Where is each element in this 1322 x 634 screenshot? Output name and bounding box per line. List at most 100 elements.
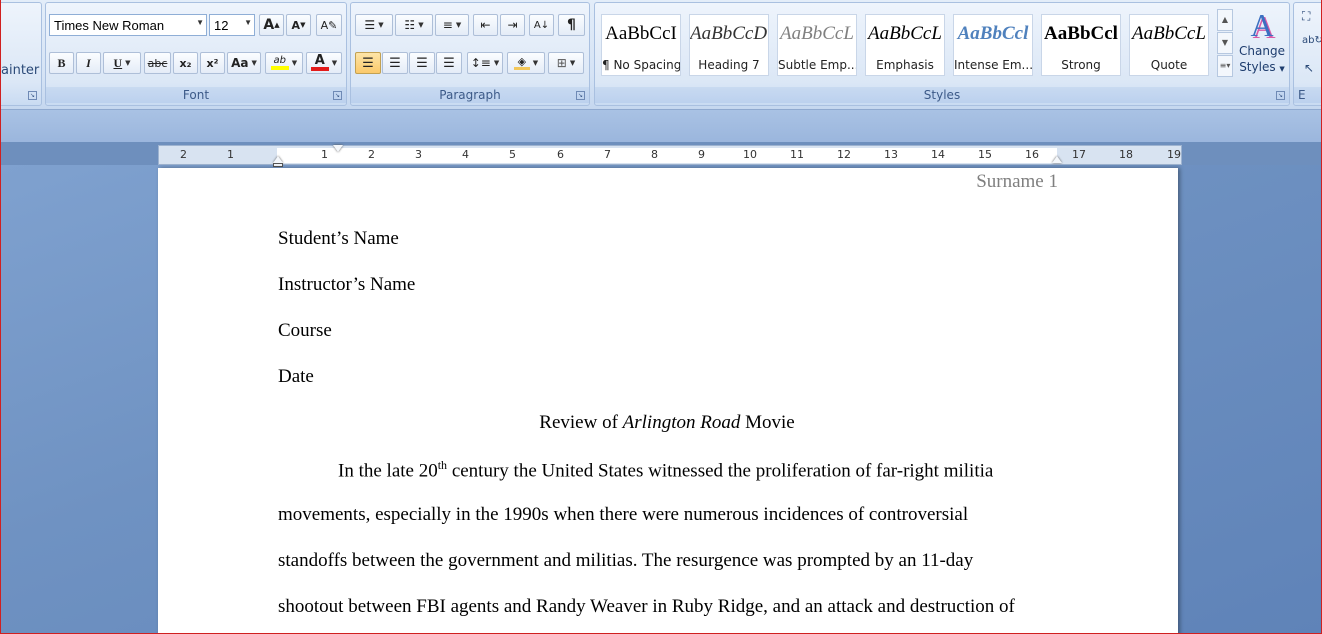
- window-border-left: [0, 0, 1, 634]
- left-indent-marker[interactable]: [273, 163, 283, 167]
- date-line[interactable]: Date: [278, 366, 314, 388]
- superscript-button[interactable]: x²: [200, 52, 225, 74]
- ruler-number: 14: [931, 148, 945, 161]
- chevron-down-icon: ▼: [251, 59, 257, 67]
- instructor-name-line[interactable]: Instructor’s Name: [278, 274, 415, 296]
- find-icon[interactable]: ⛶: [1302, 9, 1310, 24]
- paragraph-group: ☰ ▼ ☷ ▼ ≡ ▼ ⇤ ⇥ A↓ ¶ ☰ ☰ ☰ ☰ ↕≡ ▼ ◈ ▼ ⊞ …: [350, 2, 590, 106]
- justify-button[interactable]: ☰: [436, 52, 462, 74]
- style-subtle-emphasis[interactable]: AaBbCcL Subtle Emp...: [777, 14, 857, 76]
- styles-dialog-launcher[interactable]: ↘: [1276, 91, 1285, 100]
- page-header-surname[interactable]: Surname 1: [976, 171, 1058, 193]
- change-styles-label-2: Styles: [1239, 60, 1276, 74]
- highlight-icon: ab: [270, 56, 289, 70]
- shrink-font-icon: A: [291, 18, 301, 32]
- select-cursor-icon[interactable]: ↖: [1304, 61, 1314, 75]
- ruler-number: 17: [1072, 148, 1086, 161]
- paragraph-line-1[interactable]: In the late 20th century the United Stat…: [338, 458, 993, 482]
- grow-font-icon: A: [263, 17, 275, 33]
- hanging-indent-marker[interactable]: [273, 156, 283, 163]
- chevron-down-icon: ▼: [125, 59, 131, 67]
- highlight-button[interactable]: ab ▼: [265, 52, 303, 74]
- font-size-combo[interactable]: 12 ▼: [209, 14, 255, 36]
- font-name-value: Times New Roman: [54, 17, 165, 33]
- first-line-indent-marker[interactable]: [333, 145, 343, 152]
- editing-group: ⛶ ab↻ ↖ E: [1293, 2, 1322, 106]
- align-right-button[interactable]: ☰: [409, 52, 435, 74]
- horizontal-ruler[interactable]: 2 1 1 1 2 3 4 5 6 7 8 9 10 11 12 13 14 1…: [158, 145, 1182, 167]
- shrink-font-button[interactable]: A ▼: [286, 14, 311, 36]
- align-center-button[interactable]: ☰: [382, 52, 408, 74]
- font-name-combo[interactable]: Times New Roman ▼: [49, 14, 207, 36]
- strikethrough-icon: abc: [147, 56, 168, 70]
- style-quote[interactable]: AaBbCcL Quote: [1129, 14, 1209, 76]
- style-no-spacing[interactable]: AaBbCcI ¶ No Spacing: [601, 14, 681, 76]
- styles-scroll-up-button[interactable]: ▲: [1217, 9, 1233, 31]
- paragraph-rest: century the United States witnessed the …: [447, 460, 994, 482]
- style-heading-7[interactable]: AaBbCcDı Heading 7: [689, 14, 769, 76]
- style-name: ¶ No Spacing: [602, 58, 680, 72]
- bullets-button[interactable]: ☰ ▼: [355, 14, 393, 36]
- ruler-number: 2: [180, 148, 187, 161]
- align-left-button[interactable]: ☰: [355, 52, 381, 74]
- borders-icon: ⊞: [556, 56, 567, 70]
- bold-button[interactable]: B: [49, 52, 74, 74]
- paragraph-group-label: Paragraph: [351, 87, 589, 103]
- student-name-line[interactable]: Student’s Name: [278, 228, 399, 250]
- ruler-number: 5: [509, 148, 516, 161]
- chevron-down-icon: ▼: [493, 59, 500, 67]
- style-emphasis[interactable]: AaBbCcL Emphasis: [865, 14, 945, 76]
- clipboard-dialog-launcher[interactable]: ↘: [28, 91, 37, 100]
- decrease-indent-icon: ⇤: [480, 18, 491, 32]
- numbering-button[interactable]: ☷ ▼: [395, 14, 433, 36]
- font-dialog-launcher[interactable]: ↘: [333, 91, 342, 100]
- sort-icon: A↓: [533, 19, 550, 31]
- right-indent-marker[interactable]: [1052, 156, 1062, 163]
- decrease-indent-button[interactable]: ⇤: [473, 14, 498, 36]
- style-sample: AaBbCcL: [780, 23, 854, 44]
- chevron-down-icon: ▼: [196, 18, 204, 27]
- underline-button[interactable]: U ▼: [103, 52, 141, 74]
- paragraph-line-2[interactable]: movements, especially in the 1990s when …: [278, 504, 968, 526]
- format-painter-label[interactable]: ainter: [1, 63, 39, 78]
- italic-button[interactable]: I: [76, 52, 101, 74]
- subscript-button[interactable]: x₂: [173, 52, 198, 74]
- font-color-button[interactable]: A ▼: [306, 52, 342, 74]
- replace-icon[interactable]: ab↻: [1302, 35, 1322, 46]
- title-prefix: Review of: [539, 412, 623, 433]
- line-spacing-button[interactable]: ↕≡ ▼: [467, 52, 503, 74]
- ribbon-bottom-strip: [0, 110, 1322, 142]
- style-strong[interactable]: AaBbCcl Strong: [1041, 14, 1121, 76]
- grow-font-button[interactable]: A ▲: [259, 14, 284, 36]
- italic-icon: I: [86, 55, 91, 70]
- ruler-number: 1: [227, 148, 234, 161]
- multilevel-list-icon: ≡: [442, 18, 453, 32]
- styles-more-button[interactable]: ≡▾: [1217, 55, 1233, 77]
- change-case-button[interactable]: Aa ▼: [227, 52, 261, 74]
- chevron-down-icon: ▼: [569, 59, 576, 67]
- style-intense-emphasis[interactable]: AaBbCcl Intense Em...: [953, 14, 1033, 76]
- ruler-number: 9: [698, 148, 705, 161]
- increase-indent-icon: ⇥: [507, 18, 518, 32]
- paragraph-line-3[interactable]: standoffs between the government and mil…: [278, 550, 973, 572]
- sort-button[interactable]: A↓: [529, 14, 554, 36]
- paragraph-line-4[interactable]: shootout between FBI agents and Randy We…: [278, 596, 1015, 618]
- document-title[interactable]: Review of Arlington Road Movie: [278, 412, 1056, 434]
- style-name: Emphasis: [876, 58, 934, 72]
- borders-button[interactable]: ⊞ ▼: [548, 52, 584, 74]
- document-page[interactable]: Surname 1 Student’s Name Instructor’s Na…: [158, 168, 1178, 634]
- underline-icon: U: [113, 55, 123, 70]
- ruler-number: 4: [462, 148, 469, 161]
- strikethrough-button[interactable]: abc: [144, 52, 171, 74]
- paragraph-dialog-launcher[interactable]: ↘: [576, 91, 585, 100]
- shading-button[interactable]: ◈ ▼: [507, 52, 545, 74]
- multilevel-list-button[interactable]: ≡ ▼: [435, 14, 469, 36]
- change-styles-button[interactable]: A Change Styles ▼: [1237, 7, 1287, 87]
- clipboard-group: ainter ↘: [0, 2, 42, 106]
- styles-scroll-down-button[interactable]: ▼: [1217, 32, 1233, 54]
- course-line[interactable]: Course: [278, 320, 332, 342]
- show-formatting-button[interactable]: ¶: [558, 14, 585, 36]
- font-group: Times New Roman ▼ 12 ▼ A ▲ A ▼ A✎ B I U ▼ …: [45, 2, 347, 106]
- increase-indent-button[interactable]: ⇥: [500, 14, 525, 36]
- clear-formatting-button[interactable]: A✎: [316, 14, 342, 36]
